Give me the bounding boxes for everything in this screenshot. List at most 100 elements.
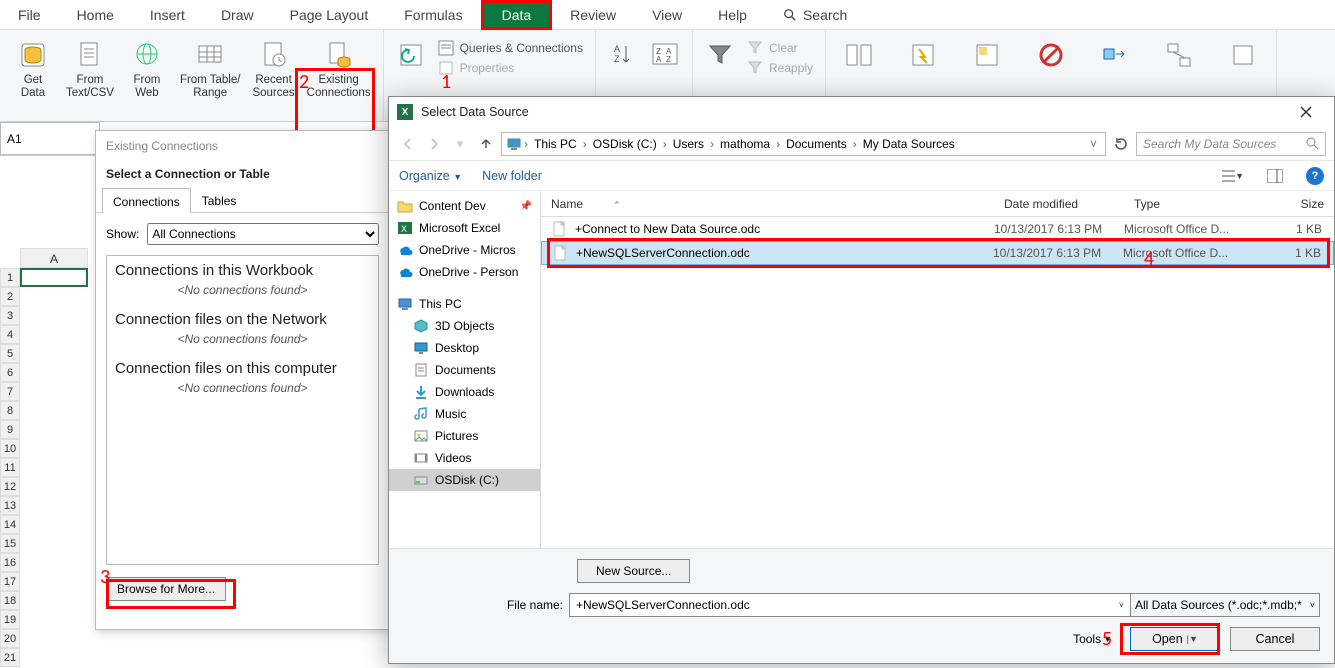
queries-connections-button[interactable]: Queries & Connections [438,40,583,56]
file-row[interactable]: +Connect to New Data Source.odc10/13/201… [541,217,1334,241]
tab-insert[interactable]: Insert [132,0,203,30]
get-data-button[interactable]: Get Data [6,36,60,104]
cell-A1[interactable] [20,268,88,287]
col-name-header[interactable]: Name⌃ [541,197,994,211]
nav-recent-button[interactable]: ▾ [449,133,471,155]
nav-back-button[interactable] [397,133,419,155]
row-12[interactable]: 12 [0,477,20,496]
tab-draw[interactable]: Draw [203,0,272,30]
tab-file[interactable]: File [0,0,59,30]
ec-connection-list[interactable]: Connections in this Workbook <No connect… [106,255,379,565]
properties-button[interactable]: Properties [438,60,583,76]
nav-up-button[interactable] [475,133,497,155]
row-6[interactable]: 6 [0,363,20,382]
view-mode-button[interactable]: ▼ [1222,165,1244,187]
flash-fill-button[interactable] [896,36,950,74]
tree-item-osdisk-c-[interactable]: OSDisk (C:) [389,469,540,491]
reapply-button[interactable]: Reapply [747,60,813,76]
cancel-button[interactable]: Cancel [1230,627,1320,651]
clear-filter-button[interactable]: Clear [747,40,813,56]
row-3[interactable]: 3 [0,306,20,325]
preview-pane-button[interactable] [1264,165,1286,187]
row-2[interactable]: 2 [0,287,20,306]
row-17[interactable]: 17 [0,572,20,591]
row-8[interactable]: 8 [0,401,20,420]
tree-item-microsoft-excel[interactable]: XMicrosoft Excel [389,217,540,239]
from-text-button[interactable]: From Text/CSV [60,36,120,104]
row-9[interactable]: 9 [0,420,20,439]
folder-tree[interactable]: Content Dev📌XMicrosoft ExcelOneDrive - M… [389,191,541,548]
filter-button[interactable] [699,36,741,74]
row-13[interactable]: 13 [0,496,20,515]
breadcrumb[interactable]: › This PC› OSDisk (C:)› Users› mathoma› … [501,132,1106,156]
close-button[interactable] [1286,98,1326,126]
help-button[interactable]: ? [1306,167,1324,185]
tree-item-onedrive-micros[interactable]: OneDrive - Micros [389,239,540,261]
tree-item-documents[interactable]: Documents [389,359,540,381]
row-16[interactable]: 16 [0,553,20,572]
organize-button[interactable]: Organize ▼ [399,169,462,183]
row-1[interactable]: 1 [0,268,20,287]
tree-item-onedrive-person[interactable]: OneDrive - Person [389,261,540,283]
existing-connections-button[interactable]: Existing Connections [301,36,377,104]
new-source-button[interactable]: New Source... [577,559,690,583]
tree-item-videos[interactable]: Videos [389,447,540,469]
search-input[interactable]: Search My Data Sources [1136,132,1326,156]
tab-data[interactable]: Data [481,0,553,30]
file-filter-select[interactable]: All Data Sources (*.odc;*.mdb;*˅ [1130,593,1320,617]
row-4[interactable]: 4 [0,325,20,344]
ec-tab-connections[interactable]: Connections [102,188,191,213]
refresh-all-button[interactable] [390,36,432,74]
col-type-header[interactable]: Type [1124,197,1254,211]
remove-dups-button[interactable] [960,36,1014,74]
from-table-button[interactable]: From Table/ Range [174,36,247,104]
from-web-button[interactable]: From Web [120,36,174,104]
tree-item-content-dev[interactable]: Content Dev📌 [389,195,540,217]
tree-item-this-pc[interactable]: This PC [389,293,540,315]
row-20[interactable]: 20 [0,629,20,648]
col-date-header[interactable]: Date modified [994,197,1124,211]
relationships-button[interactable] [1152,36,1206,74]
row-19[interactable]: 19 [0,610,20,629]
tab-help[interactable]: Help [700,0,765,30]
tab-home[interactable]: Home [59,0,132,30]
tree-item-pictures[interactable]: Pictures [389,425,540,447]
sort-az-button[interactable]: AZ [602,36,644,74]
row-18[interactable]: 18 [0,591,20,610]
col-size-header[interactable]: Size [1254,197,1334,211]
file-row[interactable]: +NewSQLServerConnection.odc10/13/2017 6:… [541,241,1334,265]
data-validation-button[interactable] [1024,36,1078,74]
row-15[interactable]: 15 [0,534,20,553]
file-name-input[interactable] [569,593,1131,617]
search-tab[interactable]: Search [765,0,865,30]
row-11[interactable]: 11 [0,458,20,477]
consolidate-button[interactable] [1088,36,1142,74]
sort-button[interactable]: ZAAZ [644,36,686,74]
row-21[interactable]: 21 [0,648,20,667]
open-button[interactable]: Open|▼ [1130,627,1220,651]
ec-tab-tables[interactable]: Tables [191,187,248,212]
manage-data-button[interactable] [1216,36,1270,74]
tree-item-music[interactable]: Music [389,403,540,425]
refresh-button[interactable] [1110,133,1132,155]
name-box[interactable]: A1 [0,122,100,155]
tab-view[interactable]: View [634,0,700,30]
file-name-label: File name: [463,598,563,612]
text-to-cols-button[interactable] [832,36,886,74]
tree-item-desktop[interactable]: Desktop [389,337,540,359]
tree-item-downloads[interactable]: Downloads [389,381,540,403]
tab-page-layout[interactable]: Page Layout [272,0,387,30]
tab-formulas[interactable]: Formulas [386,0,480,30]
row-14[interactable]: 14 [0,515,20,534]
ec-show-select[interactable]: All Connections [147,223,379,245]
col-A[interactable]: A [20,248,88,268]
recent-sources-button[interactable]: Recent Sources [246,36,300,104]
tab-review[interactable]: Review [552,0,634,30]
row-10[interactable]: 10 [0,439,20,458]
nav-forward-button[interactable] [423,133,445,155]
row-5[interactable]: 5 [0,344,20,363]
path-dropdown[interactable]: ˅ [1086,137,1101,151]
row-7[interactable]: 7 [0,382,20,401]
new-folder-button[interactable]: New folder [482,169,542,183]
tree-item-3d-objects[interactable]: 3D Objects [389,315,540,337]
